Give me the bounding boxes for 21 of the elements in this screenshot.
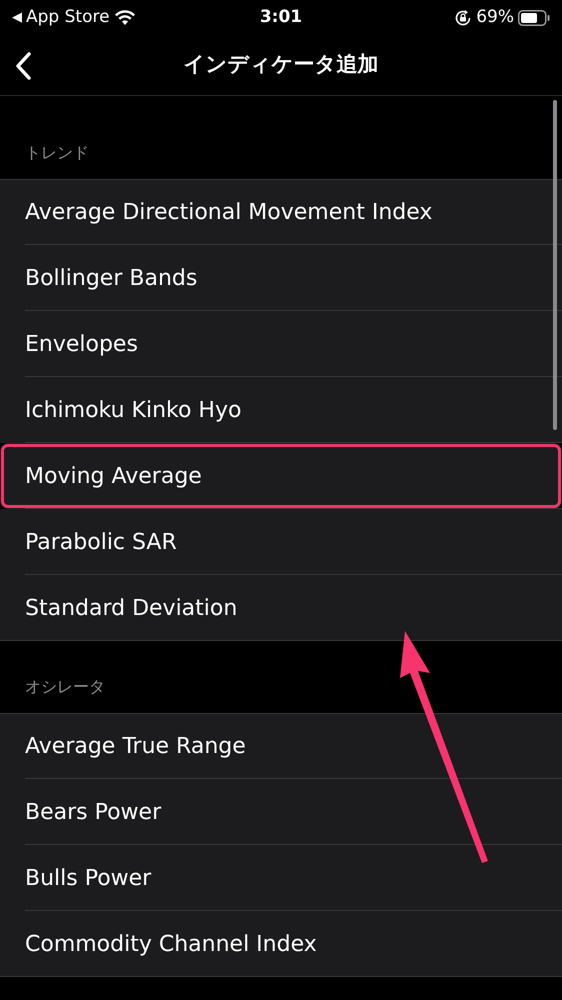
- indicator-list-item[interactable]: Envelopes: [0, 311, 562, 377]
- battery-icon: [518, 10, 550, 26]
- indicator-list-item[interactable]: Bollinger Bands: [0, 245, 562, 311]
- clock-time: 3:01: [260, 6, 302, 29]
- section-header: トレンド: [25, 142, 89, 164]
- indicator-list-item[interactable]: Bulls Power: [0, 845, 562, 911]
- indicator-list-item[interactable]: Average True Range: [0, 713, 562, 779]
- screen-title: インディケータ追加: [184, 51, 378, 78]
- back-app-label[interactable]: App Store: [26, 4, 110, 30]
- indicator-list-item[interactable]: Average Directional Movement Index: [0, 179, 562, 245]
- battery-percentage: 69%: [476, 6, 514, 29]
- section-header: オシレータ: [25, 676, 105, 698]
- rotation-lock-icon: [454, 8, 472, 26]
- indicator-list-item[interactable]: Commodity Channel Index: [0, 911, 562, 977]
- indicator-list-item[interactable]: Parabolic SAR: [0, 509, 562, 575]
- wifi-icon: [114, 10, 136, 26]
- indicator-list-item[interactable]: Ichimoku Kinko Hyo: [0, 377, 562, 443]
- indicator-list-item[interactable]: Bears Power: [0, 779, 562, 845]
- back-glyph[interactable]: ◀: [12, 8, 22, 28]
- indicator-list-item[interactable]: Standard Deviation: [0, 575, 562, 641]
- indicator-list-item[interactable]: Moving Average: [0, 443, 562, 509]
